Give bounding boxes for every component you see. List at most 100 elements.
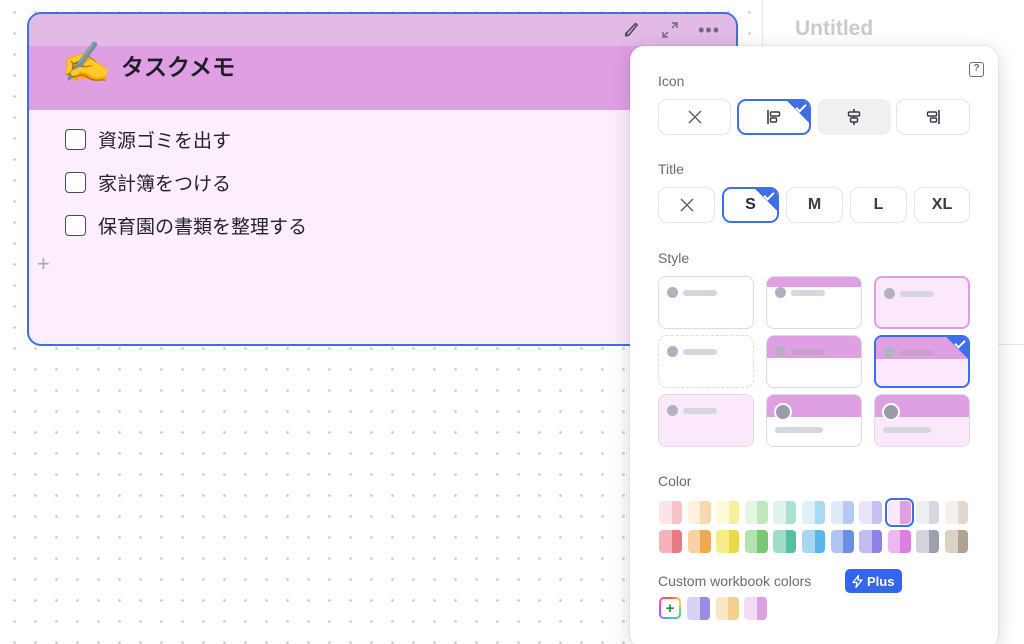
tile-line-placeholder — [900, 291, 934, 297]
icon-option-align-left[interactable] — [737, 99, 811, 135]
swatch-dark-half — [957, 501, 968, 524]
plus-badge-label: Plus — [867, 573, 895, 589]
color-swatch[interactable] — [802, 530, 825, 553]
color-swatch[interactable] — [715, 597, 739, 620]
color-swatch[interactable] — [830, 530, 854, 553]
more-icon[interactable]: ••• — [698, 21, 720, 39]
swatch-light-half — [802, 530, 815, 553]
swatch-light-half — [887, 501, 901, 524]
color-swatch[interactable] — [945, 501, 968, 524]
tile-icon-placeholder — [884, 288, 895, 299]
task-label[interactable]: 資源ゴミを出す — [98, 126, 231, 153]
swatch-dark-half — [871, 530, 883, 553]
tile-icon-placeholder — [667, 346, 678, 357]
color-swatch[interactable] — [687, 501, 711, 524]
color-swatch[interactable] — [744, 501, 768, 524]
expand-icon[interactable] — [660, 20, 680, 40]
style-tile-dashed[interactable] — [658, 335, 754, 388]
tile-line-placeholder — [791, 349, 825, 355]
swatch-dark-half — [900, 501, 911, 524]
card-title[interactable]: タスクメモ — [121, 48, 235, 82]
align-right-icon — [926, 110, 940, 124]
color-swatch[interactable] — [887, 530, 911, 553]
tile-icon-placeholder — [775, 346, 786, 357]
style-tile-thin-band[interactable] — [766, 276, 862, 329]
color-swatch[interactable] — [802, 501, 825, 524]
color-swatch[interactable] — [916, 501, 940, 524]
swatch-light-half — [744, 530, 758, 553]
close-icon — [688, 110, 701, 124]
task-label[interactable]: 家計簿をつける — [98, 169, 231, 196]
tile-line-placeholder — [883, 427, 931, 433]
selected-check-icon — [786, 101, 809, 124]
style-tile-large-icon-pink[interactable] — [874, 394, 970, 447]
style-popover: ? Icon Title S M L XL Style Color Custom… — [630, 46, 998, 644]
color-swatch[interactable] — [687, 530, 711, 553]
swatch-dark-half — [814, 501, 825, 524]
add-task-button[interactable]: + — [37, 251, 50, 277]
title-option-none[interactable] — [658, 187, 715, 223]
style-tile-pink-border[interactable] — [874, 276, 970, 329]
color-swatch[interactable] — [773, 530, 797, 553]
swatch-light-half — [659, 530, 672, 553]
icon-option-align-right[interactable] — [896, 99, 970, 135]
card-toolbar: ••• — [29, 14, 736, 46]
color-swatch[interactable] — [830, 501, 854, 524]
title-option-xl[interactable]: XL — [914, 187, 970, 223]
swatch-dark-half — [871, 501, 883, 524]
swatch-dark-half — [843, 530, 854, 553]
writing-hand-icon[interactable]: ✍️ — [61, 41, 111, 85]
tile-icon-placeholder — [884, 347, 895, 358]
style-tile-large-icon[interactable] — [766, 394, 862, 447]
task-list: 資源ゴミを出す 家計簿をつける 保育園の書類を整理する — [65, 118, 307, 247]
swatch-light-half — [687, 530, 701, 553]
title-option-s[interactable]: S — [722, 187, 779, 223]
color-swatch[interactable] — [773, 501, 797, 524]
task-checkbox[interactable] — [65, 129, 86, 150]
title-option-label: M — [807, 196, 822, 213]
icon-option-align-center[interactable] — [817, 99, 891, 135]
add-custom-color-button[interactable]: + — [659, 597, 681, 619]
swatch-light-half — [945, 530, 958, 553]
style-tile-plain[interactable] — [658, 276, 754, 329]
color-swatch[interactable] — [744, 597, 768, 620]
color-swatch[interactable] — [716, 530, 740, 553]
swatch-light-half — [687, 597, 700, 620]
icon-option-none[interactable] — [658, 99, 731, 135]
color-swatch[interactable] — [884, 498, 914, 527]
swatch-light-half — [802, 501, 815, 524]
title-option-label: L — [873, 196, 884, 213]
plus-badge[interactable]: Plus — [845, 569, 903, 593]
color-swatch[interactable] — [945, 530, 968, 553]
swatch-light-half — [887, 530, 901, 553]
color-swatch[interactable] — [659, 501, 682, 524]
swatch-dark-half — [728, 530, 740, 553]
swatch-dark-half — [757, 501, 768, 524]
style-tile-header-band[interactable] — [766, 335, 862, 388]
color-swatch[interactable] — [744, 530, 768, 553]
color-swatch[interactable] — [687, 597, 710, 620]
title-section-label: Title — [658, 161, 684, 177]
style-tile-header-band-pink[interactable] — [874, 335, 970, 388]
help-icon[interactable]: ? — [969, 62, 984, 77]
document-title[interactable]: Untitled — [795, 17, 873, 41]
title-option-label: XL — [931, 196, 953, 213]
color-swatch[interactable] — [859, 501, 883, 524]
color-swatch[interactable] — [716, 501, 740, 524]
swatch-dark-half — [671, 501, 682, 524]
color-swatch[interactable] — [659, 530, 682, 553]
tile-icon-placeholder — [667, 405, 678, 416]
color-swatch[interactable] — [859, 530, 883, 553]
plus-icon: + — [661, 599, 679, 617]
swatch-light-half — [744, 597, 757, 620]
brush-icon[interactable] — [622, 20, 642, 40]
color-swatch[interactable] — [916, 530, 940, 553]
task-label[interactable]: 保育園の書類を整理する — [98, 212, 307, 239]
task-checkbox[interactable] — [65, 215, 86, 236]
title-option-m[interactable]: M — [786, 187, 843, 223]
swatch-light-half — [859, 501, 872, 524]
title-option-l[interactable]: L — [850, 187, 907, 223]
task-checkbox[interactable] — [65, 172, 86, 193]
task-item: 資源ゴミを出す — [65, 118, 307, 161]
style-tile-pink-body[interactable] — [658, 394, 754, 447]
